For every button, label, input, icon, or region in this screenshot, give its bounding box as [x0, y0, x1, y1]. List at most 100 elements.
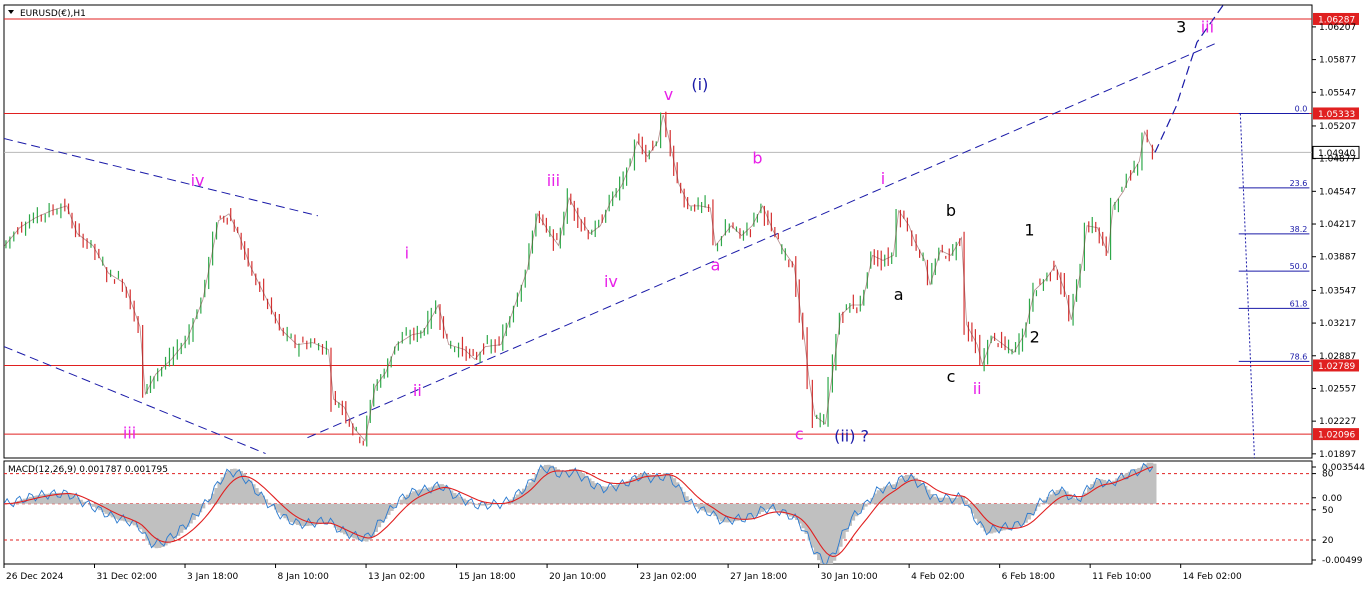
- price-tick-label: 1.05877: [1319, 56, 1356, 66]
- macd-histogram-bar: [817, 504, 821, 560]
- macd-tick-label: 0.00: [1322, 494, 1342, 504]
- macd-histogram-bar: [236, 469, 240, 503]
- time-tick-label: 11 Feb 10:00: [1092, 572, 1151, 582]
- macd-histogram-bar: [403, 497, 407, 504]
- macd-histogram-bar: [1056, 490, 1060, 504]
- time-tick-label: 13 Jan 02:00: [368, 572, 425, 582]
- macd-histogram-bar: [374, 504, 378, 532]
- wave-label: iii: [547, 171, 560, 190]
- macd-histogram-bar: [852, 504, 856, 521]
- wave-label: a: [711, 255, 721, 274]
- macd-histogram-bar: [965, 500, 969, 503]
- macd-histogram-bar: [487, 504, 491, 505]
- time-tick-label: 4 Feb 02:00: [911, 572, 965, 582]
- fibonacci-level-label: 0.0: [1295, 104, 1308, 113]
- macd-histogram-bar: [365, 504, 369, 542]
- macd-title: MACD(12,26,9) 0.001787 0.001795: [8, 465, 168, 475]
- macd-histogram-bar: [312, 504, 316, 525]
- macd-histogram-bar: [440, 484, 444, 504]
- wave-label: i: [405, 243, 409, 262]
- macd-tick-label: -0.00499: [1322, 556, 1363, 566]
- macd-histogram-bar: [666, 473, 670, 504]
- macd-histogram-bar: [161, 504, 165, 547]
- macd-histogram-bar: [1015, 504, 1019, 528]
- time-tick-label: 26 Dec 2024: [6, 572, 64, 582]
- macd-histogram-bar: [1009, 504, 1013, 529]
- macd-histogram-bar: [987, 504, 991, 533]
- macd-histogram-bar: [801, 504, 805, 528]
- macd-histogram-bar: [1049, 494, 1053, 503]
- macd-histogram-bar: [425, 488, 429, 503]
- wave-label: b: [946, 201, 956, 220]
- macd-histogram-bar: [556, 469, 560, 504]
- macd-histogram-bar: [92, 504, 96, 507]
- macd-histogram-bar: [255, 488, 259, 504]
- macd-histogram-bar: [1087, 488, 1091, 504]
- macd-histogram-bar: [657, 475, 661, 503]
- price-tick-label: 1.03217: [1319, 319, 1356, 329]
- macd-histogram-bar: [629, 480, 633, 504]
- fibonacci-level-label: 61.8: [1290, 299, 1308, 308]
- macd-histogram-bar: [1096, 480, 1100, 504]
- macd-histogram-bar: [541, 466, 545, 504]
- macd-histogram-bar: [142, 504, 146, 534]
- macd-tick-label: 20: [1322, 536, 1334, 546]
- macd-histogram-bar: [814, 504, 818, 555]
- macd-histogram-bar: [243, 474, 247, 504]
- wave-label: 1: [1024, 221, 1034, 240]
- time-tick-label: 20 Jan 10:00: [549, 572, 606, 582]
- macd-histogram-bar: [1106, 481, 1110, 503]
- wave-label: v: [664, 85, 673, 104]
- macd-histogram-bar: [283, 504, 287, 518]
- macd-histogram-bar: [723, 504, 727, 522]
- macd-histogram-bar: [1027, 504, 1031, 520]
- wave-label: a: [894, 285, 904, 304]
- fibonacci-level-label: 38.2: [1290, 225, 1308, 234]
- macd-histogram-bar: [899, 478, 903, 503]
- macd-histogram-bar: [946, 498, 950, 504]
- price-chart: 0.023.638.250.061.878.6iviiiiiiiiiivv(i)…: [0, 0, 1366, 588]
- macd-histogram-bar: [327, 504, 331, 523]
- macd-histogram-bar: [990, 504, 994, 534]
- wave-label: c: [795, 425, 804, 444]
- time-tick-label: 8 Jan 10:00: [278, 572, 330, 582]
- macd-histogram-bar: [905, 475, 909, 504]
- macd-histogram-bar: [174, 504, 178, 539]
- wave-label: (ii) ?: [834, 427, 869, 446]
- macd-histogram-bar: [164, 504, 168, 546]
- price-tick-label: 1.03547: [1319, 286, 1356, 296]
- macd-histogram-bar: [277, 504, 281, 513]
- time-tick-label: 31 Dec 02:00: [97, 572, 158, 582]
- macd-histogram-bar: [1109, 482, 1113, 503]
- macd-histogram-bar: [918, 480, 922, 504]
- macd-histogram-bar: [695, 504, 699, 507]
- macd-histogram-bar: [261, 496, 265, 504]
- time-tick-label: 14 Feb 02:00: [1183, 572, 1242, 582]
- macd-histogram-bar: [751, 504, 755, 518]
- price-tick-label: 1.06207: [1319, 23, 1356, 33]
- macd-histogram-bar: [654, 475, 658, 503]
- price-level-label: 1.02096: [1318, 431, 1355, 441]
- time-tick-label: 27 Jan 18:00: [730, 572, 787, 582]
- macd-histogram-bar: [64, 493, 68, 504]
- macd-histogram-bar: [412, 491, 416, 503]
- price-tick-label: 1.04877: [1319, 155, 1356, 165]
- macd-histogram-bar: [378, 504, 382, 527]
- macd-histogram-bar: [531, 478, 535, 503]
- time-tick-label: 15 Jan 18:00: [459, 572, 516, 582]
- macd-histogram-bar: [148, 504, 152, 545]
- macd-histogram-bar: [167, 504, 171, 544]
- macd-histogram-bar: [252, 484, 256, 504]
- macd-histogram-bar: [1140, 467, 1144, 504]
- fibonacci-level-label: 78.6: [1290, 352, 1308, 361]
- wave-label: c: [947, 367, 956, 386]
- macd-histogram-bar: [864, 504, 868, 507]
- macd-histogram-bar: [126, 504, 130, 522]
- macd-histogram-bar: [679, 487, 683, 504]
- chart-container: 0.023.638.250.061.878.6iviiiiiiiiiivv(i)…: [0, 0, 1366, 588]
- macd-histogram-bar: [823, 504, 827, 567]
- macd-histogram-bar: [729, 504, 733, 522]
- macd-histogram-bar: [1040, 503, 1044, 504]
- macd-histogram-bar: [268, 503, 272, 504]
- macd-histogram-bar: [469, 502, 473, 504]
